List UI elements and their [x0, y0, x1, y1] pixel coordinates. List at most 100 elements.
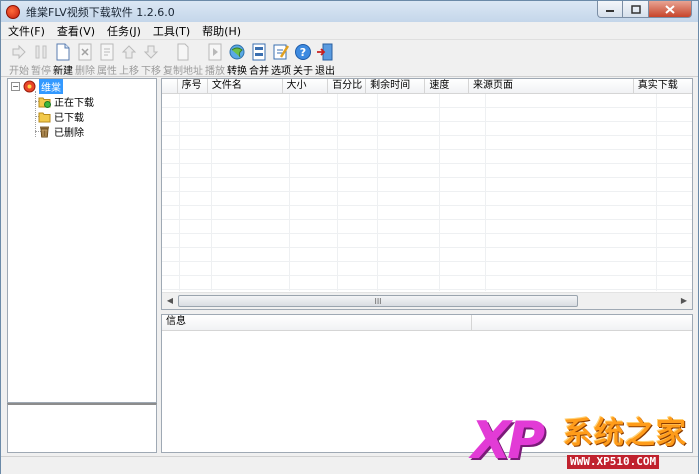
delete-x-icon: [75, 43, 95, 61]
column-info-detail[interactable]: [472, 315, 692, 331]
collapse-toggle[interactable]: −: [11, 82, 20, 91]
minimize-icon: [606, 10, 614, 12]
play-file-icon: [205, 43, 225, 61]
grid-row-line: [162, 108, 692, 122]
column-source-page[interactable]: 来源页面: [469, 79, 634, 94]
title-bar[interactable]: 维棠FLV视频下载软件 1.2.6.0: [1, 1, 698, 22]
grid-row-line: [162, 248, 692, 262]
tree-item-label: 已删除: [54, 128, 84, 139]
window-title: 维棠FLV视频下载软件 1.2.6.0: [26, 5, 175, 19]
about-help-icon: ?: [293, 43, 313, 61]
delete-label: 删除: [75, 66, 95, 77]
move-down-button[interactable]: 下移: [141, 41, 161, 77]
convert-globe-icon: [227, 43, 247, 61]
pause-icon: [31, 43, 51, 61]
properties-button[interactable]: 属性: [97, 41, 117, 77]
menu-help[interactable]: 帮助(H): [195, 23, 246, 39]
minimize-button[interactable]: [597, 1, 623, 18]
app-window: 维棠FLV视频下载软件 1.2.6.0 文件(F) 查看(V) 任务(J) 工具…: [0, 0, 699, 474]
menu-bar: 文件(F) 查看(V) 任务(J) 工具(T) 帮助(H): [1, 22, 698, 40]
new-button[interactable]: 新建: [53, 41, 73, 77]
grid-row-line: [162, 122, 692, 136]
merge-label: 合并: [249, 66, 269, 77]
exit-label: 退出: [315, 66, 335, 77]
grid-row-line: [162, 136, 692, 150]
watermark-name: 系统之家: [563, 416, 687, 451]
merge-button[interactable]: 合并: [249, 41, 269, 77]
task-list[interactable]: 序号 文件名 大小 百分比 剩余时间 速度 来源页面 真实下载 ◀ III ▶: [161, 78, 693, 310]
grid-row-line: [162, 276, 692, 290]
column-filename[interactable]: 文件名: [208, 79, 283, 94]
convert-label: 转换: [227, 66, 247, 77]
watermark-url: WWW.XP510.COM: [567, 455, 660, 469]
grid-row-line: [162, 262, 692, 276]
site-watermark: XP 系统之家 WWW.XP510.COM: [471, 413, 697, 473]
svg-text:?: ?: [300, 46, 306, 59]
about-label: 关于: [293, 66, 313, 77]
menu-view[interactable]: 查看(V): [50, 23, 100, 39]
trash-icon: [40, 126, 49, 138]
move-up-icon: [119, 43, 139, 61]
play-file-label: 播放: [205, 66, 225, 77]
delete-button[interactable]: 删除: [75, 41, 95, 77]
tree-item-deleted[interactable]: 已删除: [38, 124, 84, 139]
grid-row-line: [162, 192, 692, 206]
scroll-left-icon[interactable]: ◀: [164, 295, 176, 307]
merge-icon: [249, 43, 269, 61]
move-up-button[interactable]: 上移: [119, 41, 139, 77]
grid-row-line: [162, 150, 692, 164]
exit-button[interactable]: 退出: [315, 41, 335, 77]
info-header: 信息: [162, 315, 692, 331]
grid-row-line: [162, 206, 692, 220]
maximize-icon: [630, 4, 641, 14]
grid-row-line: [162, 94, 692, 108]
properties-label: 属性: [97, 66, 117, 77]
play-file-button[interactable]: 播放: [205, 41, 225, 77]
downloaded-folder-icon: [38, 112, 51, 122]
properties-icon: [97, 43, 117, 61]
toolbar: 开始 暂停 新建 删除 属性 上移 下移 复制地址 播放 转换 合并 选项 ? …: [1, 41, 698, 77]
new-label: 新建: [53, 66, 73, 77]
move-up-label: 上移: [119, 66, 139, 77]
column-index[interactable]: 序号: [178, 79, 208, 94]
tree-item-downloaded[interactable]: 已下载: [38, 109, 84, 124]
column-percent[interactable]: 百分比: [328, 79, 367, 94]
close-button[interactable]: [649, 1, 692, 18]
copy-address-button[interactable]: 复制地址: [163, 41, 203, 77]
start-button[interactable]: 开始: [9, 41, 29, 77]
menu-tools[interactable]: 工具(T): [146, 23, 195, 39]
scrollbar-grip: III: [374, 297, 382, 306]
root-logo-icon: [23, 80, 36, 93]
move-down-icon: [141, 43, 161, 61]
column-select[interactable]: [162, 79, 178, 94]
about-button[interactable]: ? 关于: [293, 41, 313, 77]
caption-buttons: [597, 1, 692, 18]
pause-button[interactable]: 暂停: [31, 41, 51, 77]
tree-item-downloading[interactable]: 正在下载: [38, 94, 94, 109]
horizontal-scrollbar[interactable]: ◀ III ▶: [162, 292, 692, 309]
column-real-download[interactable]: 真实下载: [634, 79, 692, 94]
menu-file[interactable]: 文件(F): [1, 23, 50, 39]
new-document-icon: [53, 43, 73, 61]
grid-row-line: [162, 178, 692, 192]
scrollbar-thumb[interactable]: III: [178, 295, 578, 307]
options-label: 选项: [271, 66, 291, 77]
downloading-folder-icon: [38, 97, 51, 108]
scroll-right-icon[interactable]: ▶: [678, 295, 690, 307]
column-speed[interactable]: 速度: [425, 79, 470, 94]
options-button[interactable]: 选项: [271, 41, 291, 77]
exit-door-icon: [315, 43, 335, 61]
maximize-button[interactable]: [623, 1, 649, 18]
tree-root[interactable]: − 维棠: [11, 79, 63, 94]
column-info[interactable]: 信息: [162, 315, 472, 331]
close-icon: [665, 4, 675, 14]
tree-root-label: 维棠: [39, 79, 63, 94]
start-label: 开始: [9, 66, 29, 77]
column-remaining-time[interactable]: 剩余时间: [366, 79, 426, 94]
convert-button[interactable]: 转换: [227, 41, 247, 77]
grid-row-line: [162, 234, 692, 248]
menu-task[interactable]: 任务(J): [100, 23, 146, 39]
task-list-header: 序号 文件名 大小 百分比 剩余时间 速度 来源页面 真实下载: [162, 79, 692, 94]
column-size[interactable]: 大小: [283, 79, 329, 94]
category-tree[interactable]: − 维棠 正在下载 已下载 已删除: [7, 78, 157, 403]
